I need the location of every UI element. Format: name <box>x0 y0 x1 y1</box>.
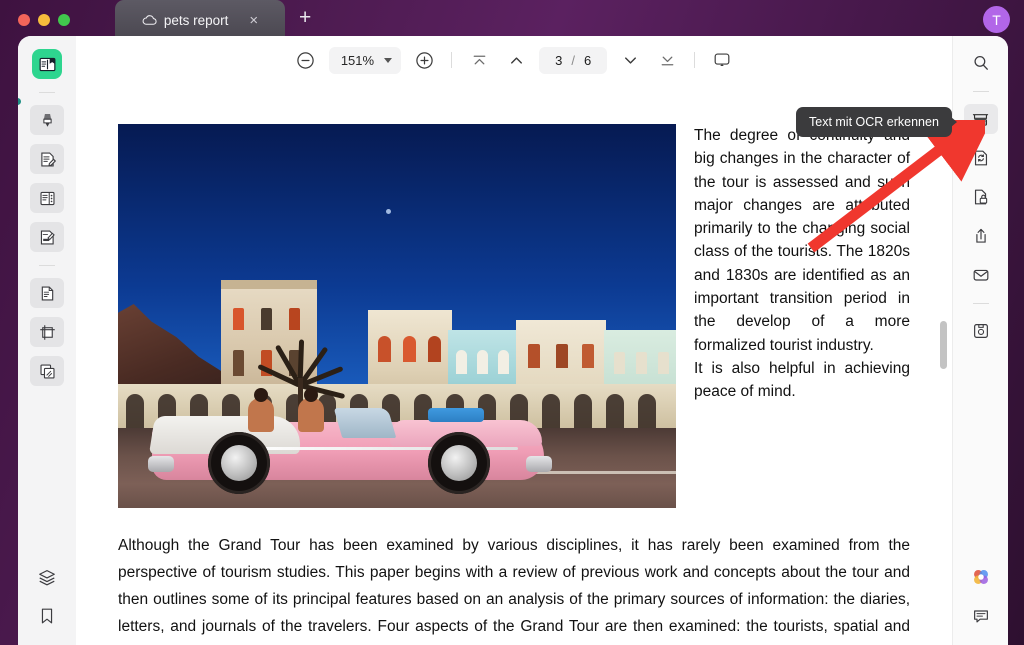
page-top-block: The degree of continuity and big changes… <box>118 124 910 508</box>
last-page-button[interactable] <box>653 46 681 74</box>
sidebar-item-share[interactable] <box>964 221 998 251</box>
edit-document-icon <box>38 150 57 169</box>
sidebar-item-compress[interactable] <box>964 316 998 346</box>
close-tab-button[interactable]: × <box>249 13 258 28</box>
toolbar-divider-2 <box>694 52 695 68</box>
document-body-paragraph: Although the Grand Tour has been examine… <box>118 532 910 645</box>
ai-flower-icon <box>970 566 992 588</box>
present-mode-icon <box>712 50 732 70</box>
sidebar-item-signature-tool[interactable] <box>30 222 64 252</box>
column-paragraph-2: It is also helpful in achieving peace of… <box>694 357 910 404</box>
photo-pink-car <box>152 382 544 494</box>
sidebar-item-organize-pages-tool[interactable] <box>30 356 64 386</box>
page-indicator[interactable]: 3 / 6 <box>539 47 607 74</box>
bookmark-icon <box>37 606 57 626</box>
minus-circle-icon <box>296 51 315 70</box>
photo-moon <box>386 209 391 214</box>
sidebar-item-ocr[interactable]: OCR <box>964 104 998 134</box>
crop-page-icon <box>38 323 57 342</box>
scrollbar-thumb[interactable] <box>940 321 947 369</box>
extract-page-icon <box>38 284 57 303</box>
tab-label: pets report <box>164 13 229 28</box>
sidebar-item-reader-tool[interactable] <box>32 49 62 79</box>
form-list-icon <box>38 189 57 208</box>
close-window-button[interactable] <box>18 14 30 26</box>
open-book-icon <box>38 55 57 74</box>
sidebar-item-crop-tool[interactable] <box>30 317 64 347</box>
pdf-page: The degree of continuity and big changes… <box>76 84 952 645</box>
page-separator: / <box>571 53 575 68</box>
first-page-button[interactable] <box>465 46 493 74</box>
sidebar-item-form-tool[interactable] <box>30 183 64 213</box>
share-upload-icon <box>971 226 991 246</box>
ocr-tooltip: Text mit OCR erkennen <box>796 107 952 137</box>
cloud-icon <box>142 14 157 26</box>
ocr-icon: OCR <box>970 109 991 130</box>
document-viewport[interactable]: The degree of continuity and big changes… <box>76 84 952 645</box>
sidebar-item-ai-assistant[interactable] <box>964 562 998 592</box>
highlighter-icon <box>38 111 57 130</box>
sidebar-item-comments[interactable] <box>964 601 998 631</box>
right-sidebar: OCR <box>952 36 1008 645</box>
compress-save-icon <box>971 321 991 341</box>
photo-palm-tree <box>260 292 344 388</box>
minimize-window-button[interactable] <box>38 14 50 26</box>
convert-file-icon <box>971 148 991 168</box>
right-sidebar-divider-2 <box>973 303 989 304</box>
sidebar-item-edit-text-tool[interactable] <box>30 144 64 174</box>
app-window: pets report × + T <box>0 0 1024 645</box>
right-sidebar-divider-1 <box>973 91 989 92</box>
previous-page-button[interactable] <box>502 46 530 74</box>
zoom-level-value: 151% <box>341 53 374 68</box>
lock-document-icon <box>971 187 991 207</box>
comment-bubble-icon <box>971 606 991 626</box>
tab-strip: pets report × + <box>115 0 325 40</box>
search-icon <box>971 53 991 73</box>
envelope-icon <box>971 265 991 285</box>
sidebar-item-protect[interactable] <box>964 182 998 212</box>
maximize-window-button[interactable] <box>58 14 70 26</box>
next-page-icon <box>621 51 640 70</box>
signature-icon <box>38 228 57 247</box>
toolbar-divider-1 <box>451 52 452 68</box>
total-pages-label: 6 <box>584 53 591 68</box>
new-tab-button[interactable]: + <box>285 6 325 34</box>
plus-circle-icon <box>415 51 434 70</box>
document-column-text: The degree of continuity and big changes… <box>676 124 910 508</box>
previous-page-icon <box>507 51 526 70</box>
svg-text:OCR: OCR <box>975 119 986 125</box>
left-sidebar <box>18 36 76 645</box>
right-sidebar-bottom <box>964 562 998 645</box>
present-mode-button[interactable] <box>708 46 736 74</box>
vertical-scrollbar[interactable] <box>938 84 950 645</box>
chevron-down-icon <box>384 58 392 63</box>
avatar[interactable]: T <box>983 6 1010 33</box>
sidebar-divider-1 <box>39 92 55 93</box>
first-page-icon <box>470 51 489 70</box>
sidebar-item-layers-panel[interactable] <box>30 562 64 592</box>
sidebar-item-highlight-tool[interactable] <box>30 105 64 135</box>
status-dot <box>18 98 21 105</box>
sidebar-item-search[interactable] <box>964 48 998 78</box>
zoom-out-button[interactable] <box>292 46 320 74</box>
sidebar-item-page-extract-tool[interactable] <box>30 278 64 308</box>
sidebar-divider-2 <box>39 265 55 266</box>
sidebar-item-convert[interactable] <box>964 143 998 173</box>
title-bar: pets report × + T <box>0 0 1024 40</box>
current-page-input[interactable]: 3 <box>555 53 562 68</box>
zoom-in-button[interactable] <box>410 46 438 74</box>
last-page-icon <box>658 51 677 70</box>
sidebar-item-bookmarks-panel[interactable] <box>30 601 64 631</box>
layers-icon <box>37 567 57 587</box>
document-photo <box>118 124 676 508</box>
zoom-level-select[interactable]: 151% <box>329 47 401 74</box>
column-paragraph-1: The degree of continuity and big changes… <box>694 124 910 357</box>
left-sidebar-bottom <box>30 562 64 645</box>
window-controls <box>18 14 70 26</box>
next-page-button[interactable] <box>616 46 644 74</box>
tab-pets-report[interactable]: pets report × <box>115 0 285 40</box>
document-toolbar: 151% <box>76 36 952 84</box>
sidebar-item-email[interactable] <box>964 260 998 290</box>
organize-pages-icon <box>38 362 57 381</box>
